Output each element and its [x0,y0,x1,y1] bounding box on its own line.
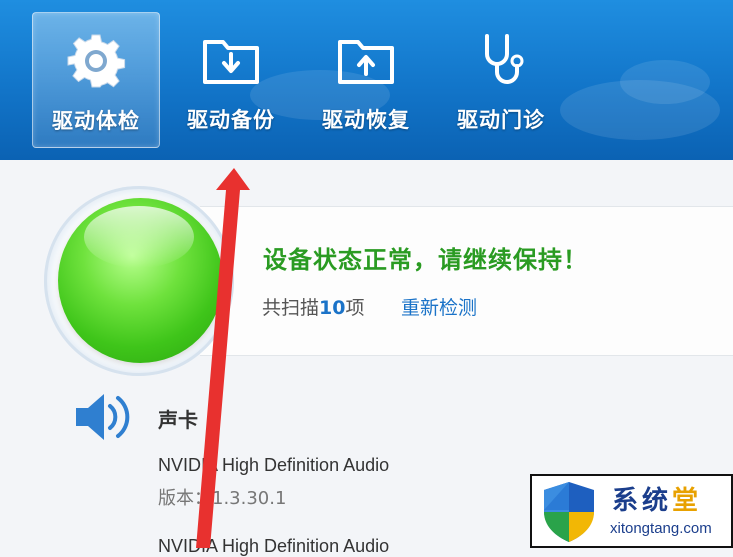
rescan-link[interactable]: 重新检测 [401,293,477,320]
status-message: 设备状态正常，请继续保持！ [263,246,588,274]
tab-label: 驱动门诊 [457,108,545,132]
device-name: NVIDIA High Definition Audio [158,455,390,475]
section-title-sound-card: 声卡 [158,408,198,432]
watermark-logo: 系统堂 xitongtang.com [530,474,733,548]
tab-driver-checkup[interactable]: 驱动体检 [32,12,160,148]
tab-label: 驱动体检 [52,109,140,133]
speaker-icon [76,394,130,440]
folder-download-icon [203,40,259,84]
tab-driver-backup[interactable]: 驱动备份 [168,12,294,146]
folder-upload-icon [338,40,394,84]
top-toolbar: 驱动体检 驱动备份 驱动恢复 驱动门诊 [0,0,733,160]
gear-icon [67,34,126,88]
tab-label: 驱动备份 [187,108,275,132]
scan-count: 10 [319,297,346,319]
tab-driver-clinic[interactable]: 驱动门诊 [438,12,564,146]
status-orb-gloss [84,206,194,268]
scan-summary: 共扫描10项 [262,293,364,320]
tab-driver-restore[interactable]: 驱动恢复 [303,12,429,146]
watermark-title-b: 堂 [672,486,703,516]
shield-logo-icon [544,482,594,542]
watermark-title-a: 系统 [612,486,673,516]
scan-prefix: 共扫描 [262,297,320,319]
stethoscope-icon [485,34,524,84]
cloud-decoration [620,60,710,104]
watermark-url: xitongtang.com [610,520,712,537]
device-name: NVIDIA High Definition Audio [158,536,390,556]
status-card [200,206,733,356]
device-version: 版本：1.3.30.1 [158,488,287,509]
scan-suffix: 项 [345,297,365,319]
watermark-title: 系统堂 [612,480,702,517]
tab-label: 驱动恢复 [322,108,410,132]
